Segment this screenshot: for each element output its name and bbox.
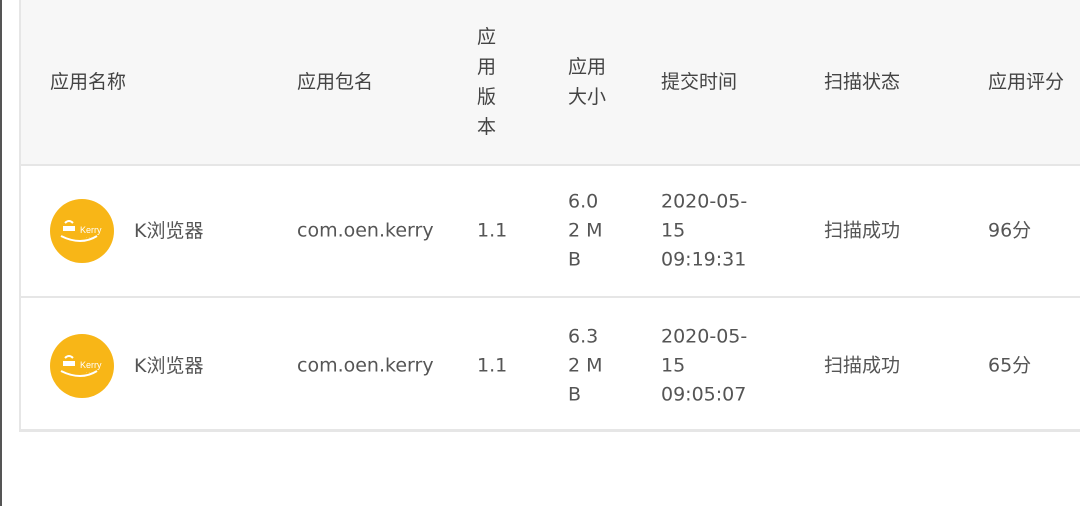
svg-text:Kerry: Kerry [80, 225, 102, 235]
header-app-name: 应用名称 [50, 71, 127, 93]
kerry-app-logo-icon: Kerry · · · [50, 334, 114, 398]
package-name: com.oen.kerry [297, 354, 434, 377]
header-submit-time: 提交时间 [661, 71, 738, 93]
svg-text:· · ·: · · · [86, 370, 92, 375]
submit-time: 2020-05-15 09:05:07 [661, 325, 748, 406]
app-table: 应用名称 应用包名 应用版本 应用大小 提交时间 扫描状态 应用评分 Kerry… [19, 0, 1080, 432]
app-name: K浏览器 [134, 354, 204, 377]
svg-text:Kerry: Kerry [80, 360, 102, 370]
header-package-name: 应用包名 [297, 71, 374, 93]
header-scan-status: 扫描状态 [824, 71, 901, 93]
scan-status: 扫描成功 [824, 354, 901, 377]
kerry-app-logo-icon: Kerry · · · [50, 199, 114, 263]
app-name-cell: Kerry · · · K浏览器 [50, 199, 203, 263]
app-score: 96分 [988, 219, 1032, 242]
app-name: K浏览器 [134, 219, 204, 242]
app-version: 1.1 [477, 354, 508, 377]
left-edge-line [0, 0, 2, 506]
svg-text:· · ·: · · · [86, 235, 92, 240]
table-header: 应用名称 应用包名 应用版本 应用大小 提交时间 扫描状态 应用评分 [21, 0, 1080, 166]
app-name-cell: Kerry · · · K浏览器 [50, 334, 203, 398]
header-app-size: 应用大小 [568, 56, 607, 108]
table-row[interactable]: Kerry · · · K浏览器 com.oen.kerry 1.1 6.32 … [21, 300, 1080, 432]
scan-status: 扫描成功 [824, 219, 901, 242]
header-app-version: 应用版本 [477, 26, 497, 138]
table-row[interactable]: Kerry · · · K浏览器 com.oen.kerry 1.1 6.02 … [21, 166, 1080, 298]
app-score: 65分 [988, 354, 1032, 377]
app-version: 1.1 [477, 219, 508, 242]
app-size: 6.02 MB [568, 190, 603, 271]
submit-time: 2020-05-15 09:19:31 [661, 190, 748, 271]
header-app-score: 应用评分 [988, 71, 1065, 93]
package-name: com.oen.kerry [297, 219, 434, 242]
app-size: 6.32 MB [568, 325, 603, 406]
